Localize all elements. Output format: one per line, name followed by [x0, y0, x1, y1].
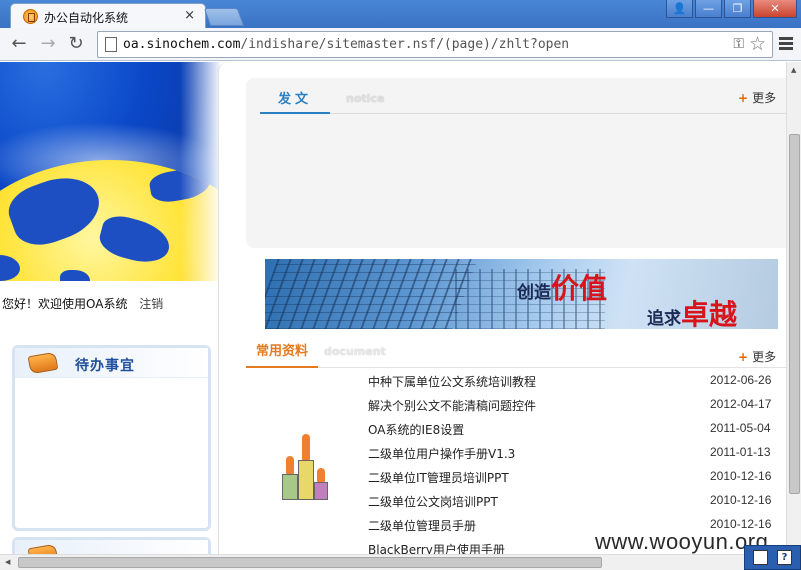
- notice-more-link[interactable]: + 更多: [738, 89, 776, 106]
- browser-tab[interactable]: 办公自动化系统 ×: [10, 3, 206, 29]
- document-title[interactable]: 二级单位IT管理员培训PPT: [368, 469, 509, 486]
- url-text[interactable]: oa.sinochem.com/indishare/sitemaster.nsf…: [123, 37, 569, 52]
- todo-title[interactable]: 待办事宜: [75, 355, 135, 375]
- list-item[interactable]: 解决个别公文不能清稿问题控件 2012-04-17: [366, 392, 786, 416]
- todo-panel-header: 待办事宜: [15, 348, 208, 378]
- document-date: 2011-05-04: [710, 421, 771, 435]
- notice-tabs: 发文 notice: [260, 78, 786, 114]
- document-date: 2010-12-16: [710, 493, 772, 507]
- address-bar[interactable]: oa.sinochem.com/indishare/sitemaster.nsf…: [97, 31, 773, 58]
- keyboard-icon[interactable]: [753, 550, 768, 565]
- list-item[interactable]: 二级单位IT管理员培训PPT 2010-12-16: [366, 464, 786, 488]
- page-viewport: 您好！欢迎使用OA系统 注销 待办事宜 发文 notice + 更多 创造价值 追…: [0, 62, 786, 554]
- logout-link[interactable]: 注销: [139, 297, 163, 311]
- tab-documents[interactable]: 常用资料: [246, 340, 318, 368]
- tab-title: 办公自动化系统: [44, 11, 129, 25]
- chrome-menu-icon[interactable]: [779, 37, 793, 52]
- document-date: 2012-06-26: [710, 373, 772, 387]
- document-date: 2012-04-17: [710, 397, 772, 411]
- browser-toolbar: ← → ↻ oa.sinochem.com/indishare/sitemast…: [0, 28, 801, 61]
- page-icon: [105, 37, 117, 52]
- welcome-message: 您好！欢迎使用OA系统 注销: [2, 295, 163, 312]
- vertical-scrollbar[interactable]: ▲: [786, 62, 801, 554]
- help-icon[interactable]: ?: [777, 550, 792, 565]
- documents-tabs: 常用资料 document + 更多: [246, 340, 786, 368]
- document-title[interactable]: 二级单位用户操作手册V1.3: [368, 445, 515, 462]
- second-side-panel: [12, 537, 211, 554]
- list-item[interactable]: OA系统的IE8设置 2011-05-04: [366, 416, 786, 440]
- document-date: 2011-01-13: [710, 445, 771, 459]
- profile-button[interactable]: 👤: [666, 0, 693, 18]
- second-panel-header: [15, 540, 208, 554]
- watermark-text: www.wooyun.org: [595, 529, 769, 554]
- list-item[interactable]: 中种下属单位公文系统培训教程 2012-06-26: [366, 368, 786, 392]
- promo-banner-image: 创造价值 追求卓越: [265, 259, 778, 329]
- todo-panel: 待办事宜: [12, 345, 211, 531]
- list-item[interactable]: 二级单位用户操作手册V1.3 2011-01-13: [366, 440, 786, 464]
- reload-button[interactable]: ↻: [65, 34, 87, 56]
- document-title[interactable]: 中种下属单位公文系统培训教程: [368, 373, 536, 390]
- system-tray: ?: [744, 545, 801, 570]
- podium-icon: [282, 430, 332, 500]
- scroll-left-arrow-icon[interactable]: ◀: [5, 558, 10, 566]
- document-title[interactable]: 二级单位管理员手册: [368, 517, 476, 534]
- tab-close-icon[interactable]: ×: [184, 8, 195, 23]
- minimize-button[interactable]: —: [695, 0, 722, 18]
- scroll-up-arrow-icon[interactable]: ▲: [791, 66, 796, 74]
- window-close-button[interactable]: ✕: [753, 0, 797, 18]
- document-title[interactable]: BlackBerry用户使用手册: [368, 541, 505, 554]
- tab-notice[interactable]: 发文: [260, 88, 330, 114]
- maximize-button[interactable]: ❐: [724, 0, 751, 18]
- documents-subtitle: document: [324, 345, 386, 358]
- bookmark-star-icon[interactable]: ☆: [749, 33, 766, 55]
- document-title[interactable]: 解决个别公文不能清稿问题控件: [368, 397, 536, 414]
- document-title[interactable]: OA系统的IE8设置: [368, 421, 464, 438]
- document-date: 2010-12-16: [710, 469, 772, 483]
- list-item[interactable]: 二级单位公文岗培训PPT 2010-12-16: [366, 488, 786, 512]
- notice-subtitle: notice: [346, 92, 385, 105]
- new-tab-button[interactable]: [203, 8, 245, 26]
- document-title[interactable]: 二级单位公文岗培训PPT: [368, 493, 498, 510]
- documents-panel: 常用资料 document + 更多 中种下属单位公文系统培训教程 2012-06-…: [246, 340, 786, 554]
- vertical-scroll-thumb[interactable]: [789, 134, 800, 494]
- welcome-text: 您好！欢迎使用OA系统: [2, 297, 128, 311]
- key-icon[interactable]: ⚿: [733, 36, 744, 52]
- documents-list: 中种下属单位公文系统培训教程 2012-06-26 解决个别公文不能清稿问题控件 2…: [366, 368, 786, 554]
- forward-button[interactable]: →: [37, 34, 59, 56]
- site-favicon-icon: [23, 9, 38, 24]
- window-controls: 👤 — ❐ ✕: [666, 0, 797, 20]
- back-button[interactable]: ←: [8, 34, 30, 56]
- documents-more-link[interactable]: + 更多: [738, 348, 776, 365]
- browser-titlebar: 办公自动化系统 × 👤 — ❐ ✕: [0, 0, 801, 29]
- horizontal-scroll-thumb[interactable]: [18, 557, 602, 568]
- horizontal-scrollbar[interactable]: ◀: [0, 554, 786, 570]
- notice-panel: 发文 notice + 更多: [246, 78, 786, 248]
- books-icon: [27, 351, 59, 375]
- globe-banner-image: [0, 62, 220, 281]
- books-icon: [27, 543, 59, 554]
